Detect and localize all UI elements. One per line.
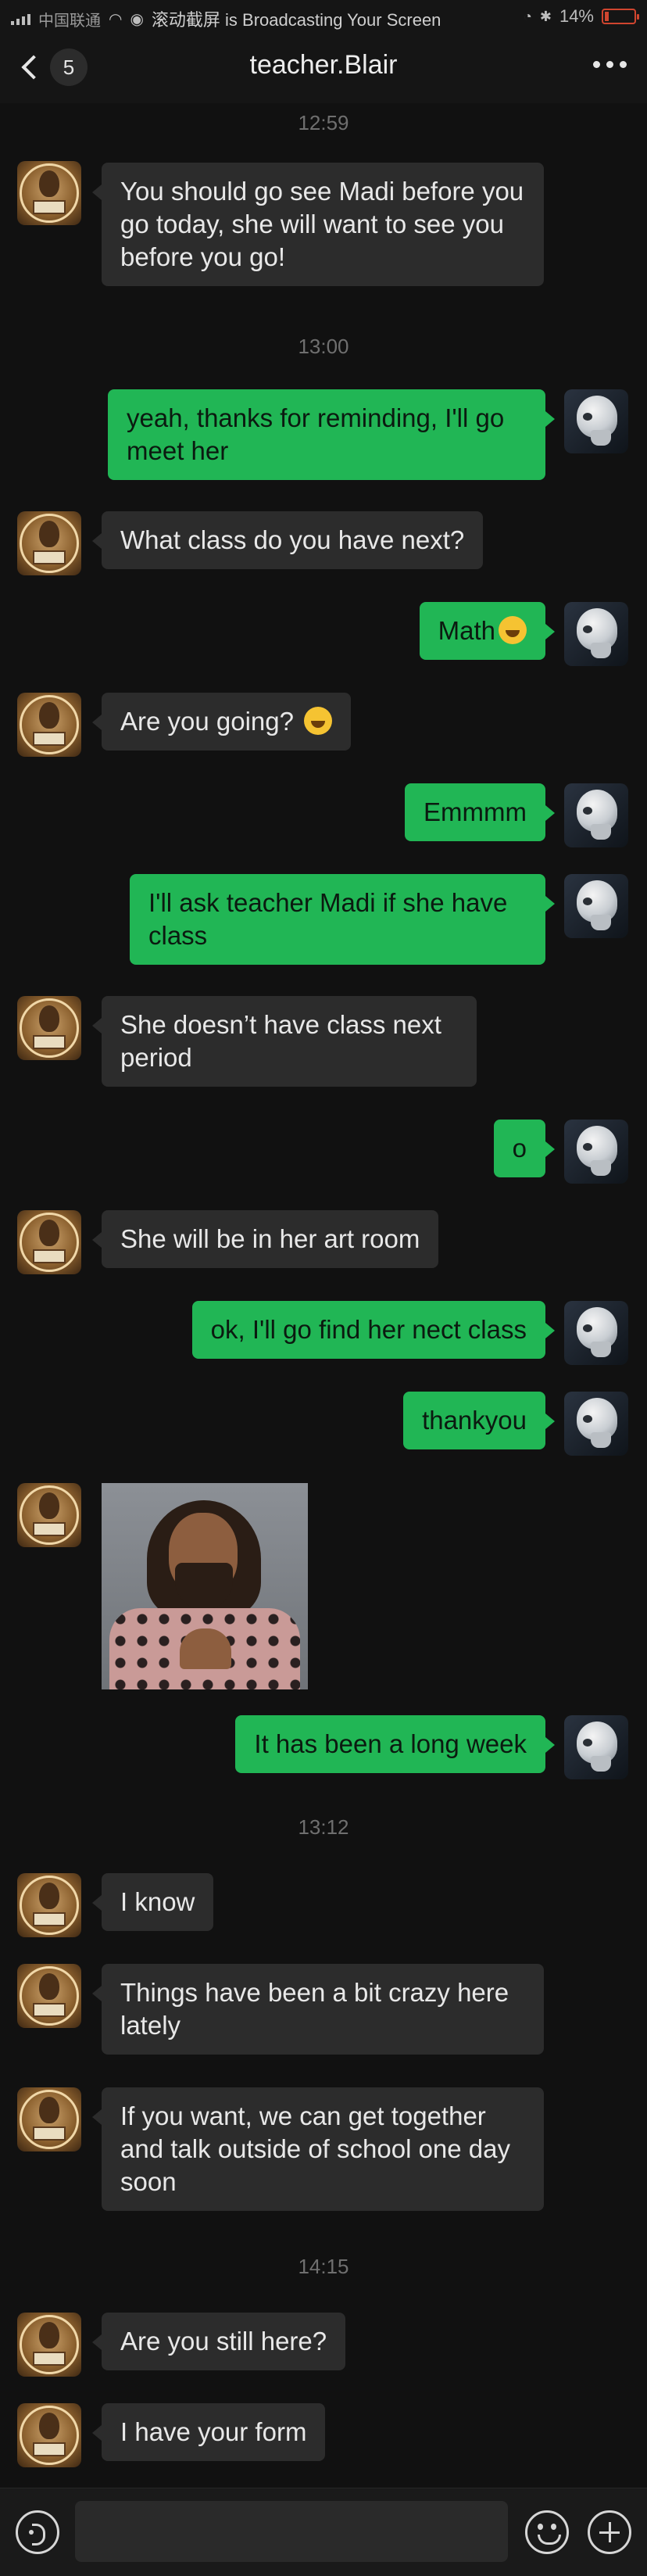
battery-level (605, 12, 609, 21)
status-bar: 中国联通 ◠ ◉ 滚动截屏 is Broadcasting Your Scree… (0, 0, 647, 31)
my-avatar[interactable] (564, 1392, 628, 1456)
message-text: Are you going? (120, 707, 294, 736)
teacher-avatar[interactable] (17, 693, 81, 757)
my-avatar[interactable] (564, 1120, 628, 1184)
message-bubble-outgoing[interactable]: I'll ask teacher Madi if she have class (130, 874, 555, 965)
message-bubble-incoming[interactable]: If you want, we can get together and tal… (92, 2087, 544, 2211)
timestamp: 14:15 (298, 2255, 349, 2278)
status-right: ◔ ✱ 14% (523, 6, 639, 27)
my-avatar[interactable] (564, 1715, 628, 1779)
teacher-avatar[interactable] (17, 1964, 81, 2028)
my-avatar[interactable] (564, 874, 628, 938)
message-bubble-incoming[interactable]: What class do you have next? (91, 511, 484, 569)
voice-icon[interactable] (16, 2510, 59, 2554)
emoji-icon[interactable] (525, 2510, 569, 2554)
more-dots-icon (593, 61, 600, 68)
broadcast-text: 滚动截屏 is Broadcasting Your Screen (151, 10, 441, 30)
message-bubble-outgoing[interactable]: ok, I'll go find her nect class (191, 1301, 556, 1359)
more-button[interactable] (593, 61, 627, 68)
teacher-avatar[interactable] (17, 1210, 81, 1274)
message-bubble-incoming[interactable]: She doesn’t have class next period (92, 996, 477, 1087)
timestamp: 12:59 (298, 111, 349, 134)
message-bubble-outgoing[interactable]: Emmmm (405, 783, 555, 841)
message-bubble-incoming[interactable]: You should go see Madi before you go tod… (92, 163, 544, 286)
message-bubble-incoming[interactable]: Things have been a bit crazy here lately (92, 1964, 544, 2055)
timestamp: 13:12 (298, 1815, 349, 1839)
status-left: 中国联通 ◠ ◉ 滚动截屏 is Broadcasting Your Scree… (11, 6, 441, 31)
carrier-label: 中国联通 (38, 12, 101, 30)
message-bubble-incoming[interactable]: Are you going? (91, 693, 352, 751)
signal-icon (11, 13, 30, 25)
laughing-tears-emoji-icon (499, 616, 527, 644)
teacher-avatar[interactable] (17, 2087, 81, 2151)
chat-title: teacher.Blair (249, 50, 398, 80)
teacher-avatar[interactable] (17, 161, 81, 225)
rolling-laughing-emoji-icon (304, 707, 333, 735)
message-bubble-outgoing[interactable]: It has been a long week (235, 1715, 555, 1773)
my-avatar[interactable] (564, 783, 628, 847)
teacher-avatar[interactable] (17, 996, 81, 1060)
message-list[interactable]: 12:59 You should go see Madi before you … (0, 103, 647, 2488)
message-bubble-outgoing[interactable]: thankyou (403, 1392, 555, 1449)
message-input[interactable] (75, 2501, 508, 2562)
teacher-avatar[interactable] (17, 511, 81, 575)
battery-percent: 14% (559, 6, 594, 26)
message-bubble-outgoing[interactable]: yeah, thanks for reminding, I'll go meet… (108, 389, 555, 480)
my-avatar[interactable] (564, 602, 628, 666)
message-bubble-incoming[interactable]: I have your form (91, 2403, 326, 2461)
teacher-avatar[interactable] (17, 1483, 81, 1547)
message-bubble-outgoing[interactable]: Math (419, 602, 556, 660)
message-bubble-incoming[interactable]: I know (91, 1873, 214, 1931)
battery-icon (602, 9, 639, 24)
bluetooth-icon: ✱ (539, 8, 552, 24)
wifi-icon: ◠ (109, 10, 123, 28)
timestamp: 13:00 (298, 335, 349, 358)
my-avatar[interactable] (564, 389, 628, 453)
teacher-avatar[interactable] (17, 2403, 81, 2467)
teacher-avatar[interactable] (17, 2313, 81, 2377)
message-text: Math (438, 616, 495, 645)
message-bubble-outgoing[interactable]: o (493, 1120, 556, 1177)
broadcast-icon: ◉ (130, 10, 144, 28)
message-bubble-incoming[interactable]: Are you still here? (91, 2313, 346, 2370)
input-bar (0, 2488, 647, 2576)
chat-header: 5 teacher.Blair (0, 31, 647, 103)
plus-icon[interactable] (588, 2510, 631, 2554)
teacher-avatar[interactable] (17, 1873, 81, 1937)
image-message[interactable] (102, 1483, 308, 1689)
my-avatar[interactable] (564, 1301, 628, 1365)
more-dot (606, 61, 613, 68)
message-bubble-incoming[interactable]: She will be in her art room (91, 1210, 439, 1268)
alarm-icon: ◔ (523, 8, 532, 24)
more-dot (620, 61, 627, 68)
